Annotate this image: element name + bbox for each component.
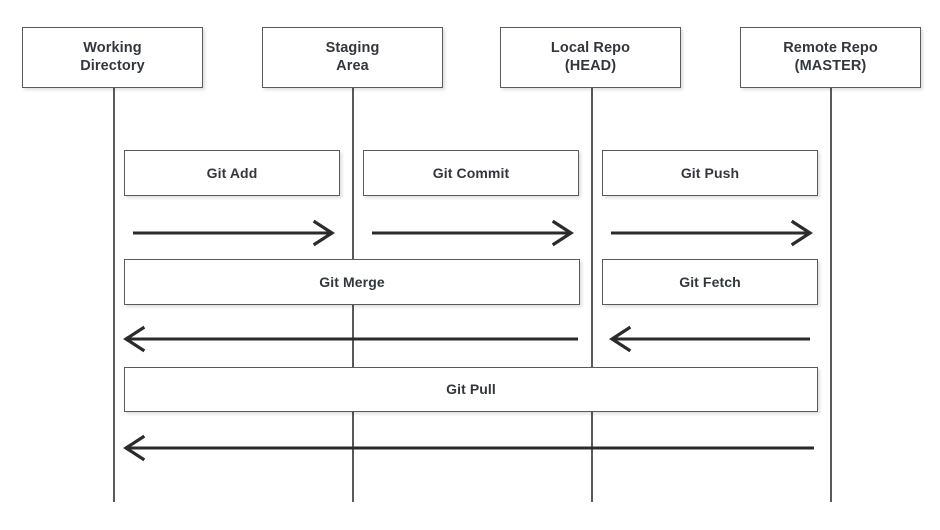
arrow-head-git-pull xyxy=(123,434,146,462)
node-local-repo-label: Local Repo (HEAD) xyxy=(550,40,631,74)
arrow-head-git-push xyxy=(790,219,813,247)
arrow-head-git-add xyxy=(312,219,335,247)
arrow-head-git-merge xyxy=(123,325,146,353)
action-box-git-fetch[interactable]: Git Fetch xyxy=(602,259,818,305)
arrow-head-git-commit xyxy=(551,219,574,247)
lifeline-remote-repo xyxy=(830,88,832,502)
node-staging-area-label: Staging Area xyxy=(325,40,380,74)
arrow-head-git-fetch xyxy=(609,325,632,353)
action-box-git-commit[interactable]: Git Commit xyxy=(363,150,579,196)
node-working-directory-label: Working Directory xyxy=(80,40,145,74)
action-box-git-push[interactable]: Git Push xyxy=(602,150,818,196)
lifeline-local-repo xyxy=(591,88,593,502)
action-label-git-pull: Git Pull xyxy=(446,381,496,398)
node-working-directory[interactable]: Working Directory xyxy=(22,27,203,88)
action-label-git-fetch: Git Fetch xyxy=(679,273,741,290)
action-box-git-merge[interactable]: Git Merge xyxy=(124,259,580,305)
node-remote-repo-label: Remote Repo (MASTER) xyxy=(783,40,878,74)
action-label-git-add: Git Add xyxy=(206,164,258,181)
action-label-git-commit: Git Commit xyxy=(432,164,510,181)
action-label-git-push: Git Push xyxy=(680,164,740,181)
lifeline-working-directory xyxy=(113,88,115,502)
git-workflow-diagram: Working Directory Staging Area Local Rep… xyxy=(0,0,940,530)
action-label-git-merge: Git Merge xyxy=(319,273,385,290)
node-remote-repo[interactable]: Remote Repo (MASTER) xyxy=(740,27,921,88)
node-staging-area[interactable]: Staging Area xyxy=(262,27,443,88)
action-box-git-add[interactable]: Git Add xyxy=(124,150,340,196)
action-box-git-pull[interactable]: Git Pull xyxy=(124,367,818,412)
node-local-repo[interactable]: Local Repo (HEAD) xyxy=(500,27,681,88)
